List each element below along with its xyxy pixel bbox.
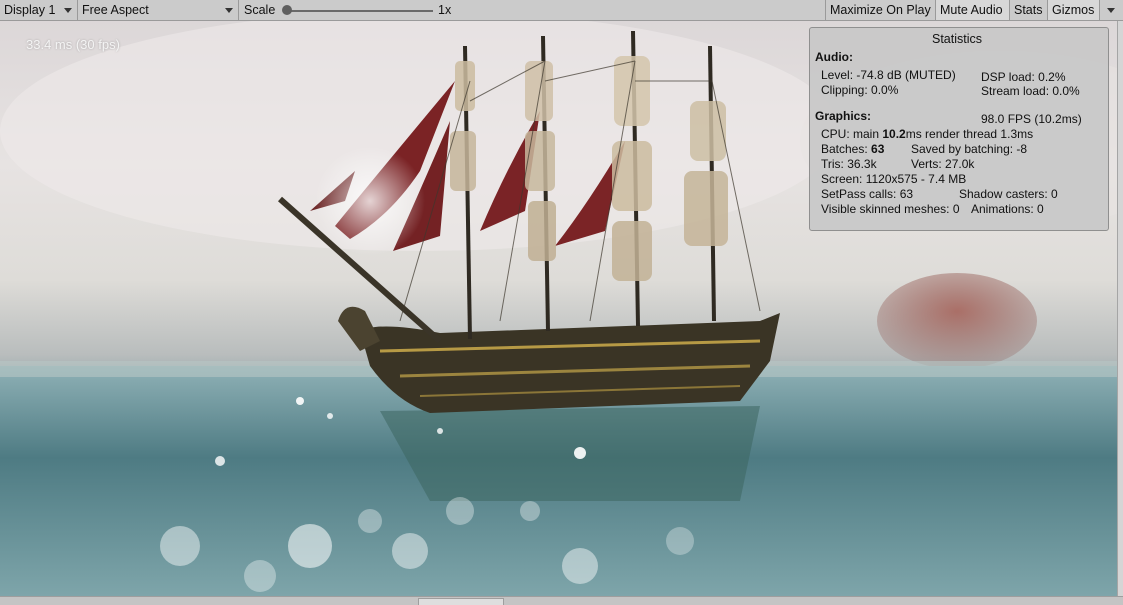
- scale-value: 1x: [438, 3, 452, 17]
- audio-header: Audio:: [815, 50, 853, 64]
- scale-slider-track[interactable]: [287, 10, 433, 12]
- cpu-time-suffix: ms render thread 1.3ms: [905, 127, 1034, 141]
- audio-level: Level: -74.8 dB (MUTED): [821, 68, 956, 82]
- gizmos-dropdown[interactable]: [1099, 0, 1123, 20]
- bottom-tab-bar: [0, 596, 1123, 605]
- statistics-panel: Statistics Audio: Level: -74.8 dB (MUTED…: [809, 27, 1109, 231]
- tris: Tris: 36.3k: [821, 157, 877, 171]
- graphics-header: Graphics:: [815, 109, 872, 123]
- maximize-on-play-button[interactable]: Maximize On Play: [825, 0, 935, 20]
- dsp-load: DSP load: 0.2%: [981, 70, 1066, 84]
- cpu-main-value: 10.2: [882, 127, 906, 141]
- bottom-tab[interactable]: [418, 598, 504, 605]
- aspect-dropdown[interactable]: Free Aspect: [78, 0, 239, 20]
- sunset-orb: [877, 273, 1037, 369]
- gizmos-button[interactable]: Gizmos: [1047, 0, 1099, 20]
- batches-prefix: Batches:: [821, 142, 872, 156]
- batches: Batches: 63: [821, 142, 884, 156]
- chevron-down-icon: [64, 8, 72, 13]
- fps-readout: 33.4 ms (30 fps): [26, 37, 120, 52]
- saved-by-batching: Saved by batching: -8: [911, 142, 1028, 156]
- cpu-time-prefix: CPU: main: [821, 127, 883, 141]
- verts: Verts: 27.0k: [911, 157, 975, 171]
- display-dropdown-label: Display 1: [4, 3, 56, 17]
- stream-load: Stream load: 0.0%: [981, 84, 1080, 98]
- chevron-down-icon: [225, 8, 233, 13]
- visible-skinned-meshes: Visible skinned meshes: 0: [821, 202, 960, 216]
- graphics-fps: 98.0 FPS (10.2ms): [981, 112, 1082, 126]
- vertical-scrollbar[interactable]: [1117, 21, 1123, 596]
- aspect-dropdown-label: Free Aspect: [82, 3, 149, 17]
- shadow-casters: Shadow casters: 0: [959, 187, 1058, 201]
- batches-value: 63: [871, 142, 885, 156]
- scale-label: Scale: [244, 3, 276, 17]
- screen-info: Screen: 1120x575 - 7.4 MB: [821, 172, 967, 186]
- mute-audio-button[interactable]: Mute Audio: [935, 0, 1009, 20]
- animations: Animations: 0: [971, 202, 1044, 216]
- chevron-down-icon: [1107, 8, 1115, 13]
- scale-slider-thumb[interactable]: [282, 5, 292, 15]
- audio-clipping: Clipping: 0.0%: [821, 83, 899, 97]
- stats-button[interactable]: Stats: [1009, 0, 1047, 20]
- display-dropdown[interactable]: Display 1: [0, 0, 78, 20]
- setpass-calls: SetPass calls: 63: [821, 187, 914, 201]
- game-view-toolbar: Display 1 Free Aspect Scale 1x Maximize …: [0, 0, 1123, 21]
- stats-title: Statistics: [932, 32, 983, 46]
- cpu-time: CPU: main 10.2ms render thread 1.3ms: [821, 127, 1033, 141]
